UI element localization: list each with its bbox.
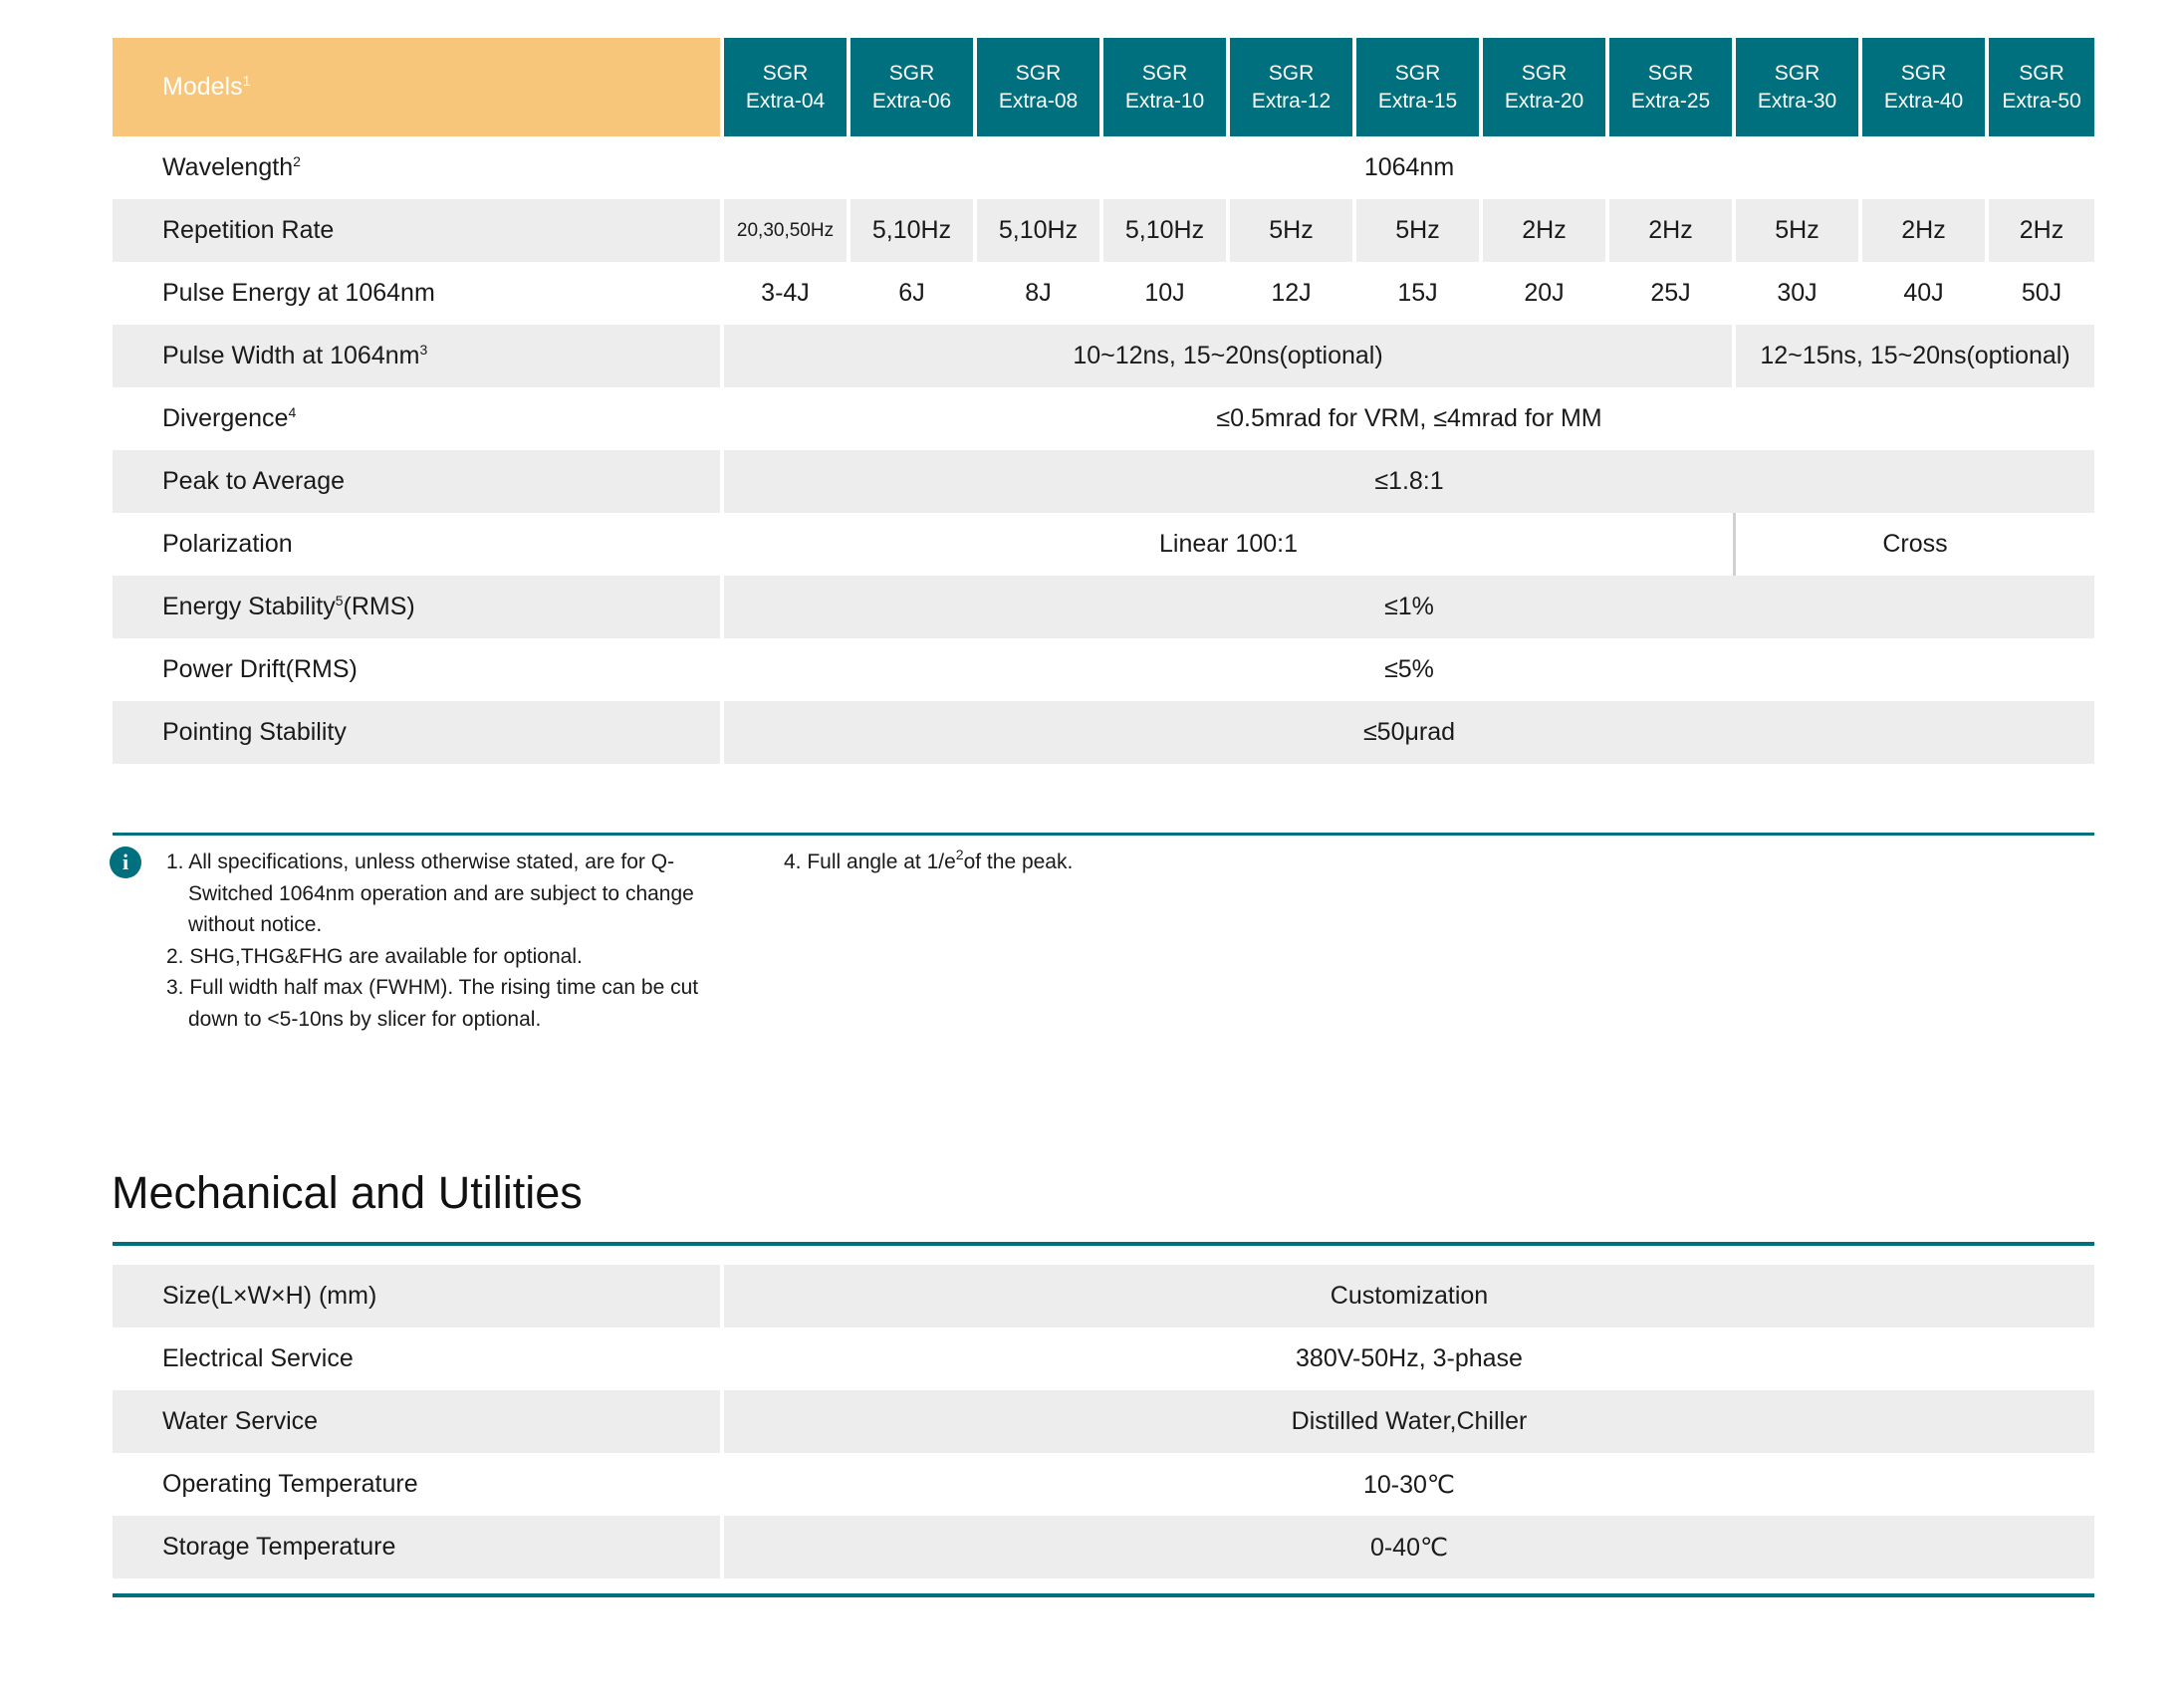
section-title: Mechanical and Utilities [112, 1167, 583, 1218]
row-value: ≤0.5mrad for VRM, ≤4mrad for MM [1216, 404, 1602, 432]
section-divider [113, 1242, 2094, 1246]
row-value: 3-4J [724, 262, 850, 325]
row-value: 6J [850, 262, 977, 325]
models-header: Models1 [113, 38, 724, 136]
row-label: Wavelength2 [113, 136, 724, 199]
specifications-table: Models1 SGR Extra-04 SGR Extra-06 SGR Extra… [113, 38, 2094, 764]
section-divider [113, 1593, 2094, 1597]
storage-temperature-row: Storage Temperature 0-40℃ [113, 1516, 2094, 1578]
info-icon: i [110, 846, 141, 878]
model-header: SGR Extra-15 [1356, 38, 1483, 136]
row-value: Cross [1882, 530, 1948, 558]
divergence-row: Divergence4 ≤0.5mrad for VRM, ≤4mrad for… [113, 387, 2094, 450]
row-value: Distilled Water,Chiller [724, 1390, 2094, 1453]
row-value: 5,10Hz [850, 199, 977, 262]
size-row: Size(L×W×H) (mm) Customization [113, 1265, 2094, 1328]
mechanical-table: Size(L×W×H) (mm) Customization Electrica… [113, 1265, 2094, 1578]
footnote: 1. All specifications, unless otherwise … [166, 850, 694, 936]
row-label: Peak to Average [113, 450, 724, 513]
row-value: Linear 100:1 [724, 513, 1736, 576]
row-value: 25J [1609, 262, 1736, 325]
row-label: Pointing Stability [113, 701, 724, 764]
row-label: Energy Stability5(RMS) [113, 576, 724, 638]
row-label: Power Drift(RMS) [113, 638, 724, 701]
row-label: Storage Temperature [113, 1516, 724, 1578]
row-value: 5,10Hz [1103, 199, 1230, 262]
row-value: ≤1% [724, 576, 2094, 638]
row-value: 5,10Hz [977, 199, 1103, 262]
pointing-stability-row: Pointing Stability ≤50μrad [113, 701, 2094, 764]
row-value: 2Hz [1483, 199, 1609, 262]
row-label: Polarization [113, 513, 724, 576]
model-header: SGR Extra-30 [1736, 38, 1862, 136]
row-value: 20,30,50Hz [724, 199, 850, 262]
row-value: 40J [1862, 262, 1989, 325]
row-label: Divergence4 [113, 387, 724, 450]
model-header: SGR Extra-40 [1862, 38, 1989, 136]
water-service-row: Water Service Distilled Water,Chiller [113, 1390, 2094, 1453]
row-value: ≤1.8:1 [724, 450, 2094, 513]
footnotes-right: 4. Full angle at 1/e2of the peak. [784, 846, 1481, 878]
row-value: 5Hz [1736, 199, 1862, 262]
row-value: 50J [2021, 279, 2063, 307]
row-value: 5Hz [1356, 199, 1483, 262]
row-label: Electrical Service [113, 1328, 724, 1390]
row-label: Size(L×W×H) (mm) [113, 1265, 724, 1328]
row-value: 1064nm [1363, 153, 1455, 181]
row-value: 20J [1483, 262, 1609, 325]
model-header: SGR Extra-08 [977, 38, 1103, 136]
footnote: 3. Full width half max (FWHM). The risin… [166, 976, 699, 1031]
model-header: SGR Extra-10 [1103, 38, 1230, 136]
power-drift-row: Power Drift(RMS) ≤5% [113, 638, 2094, 701]
row-value: ≤5% [1384, 655, 1434, 683]
pulse-energy-row: Pulse Energy at 1064nm 3-4J 6J 8J 10J 12… [113, 262, 2094, 325]
row-value: 15J [1356, 262, 1483, 325]
model-header: SGR Extra-12 [1230, 38, 1356, 136]
row-value: 10J [1103, 262, 1230, 325]
row-value: 8J [977, 262, 1103, 325]
model-header: SGR Extra-20 [1483, 38, 1609, 136]
footnote: 2. SHG,THG&FHG are available for optiona… [166, 944, 583, 968]
row-label: Water Service [113, 1390, 724, 1453]
row-value: 380V-50Hz, 3-phase [1296, 1344, 1523, 1372]
notes-divider [113, 833, 2094, 836]
row-value: ≤50μrad [724, 701, 2094, 764]
model-header: SGR Extra-04 [724, 38, 850, 136]
row-value: 0-40℃ [724, 1516, 2094, 1578]
row-value: 2Hz [1989, 199, 2094, 262]
models-header-row: Models1 SGR Extra-04 SGR Extra-06 SGR Extra… [113, 38, 2094, 136]
row-value: 2Hz [1862, 199, 1989, 262]
row-value: 10~12ns, 15~20ns(optional) [724, 325, 1736, 387]
row-value: 10-30℃ [1362, 1470, 1456, 1499]
row-value: Customization [724, 1265, 2094, 1328]
pulse-width-row: Pulse Width at 1064nm3 10~12ns, 15~20ns(… [113, 325, 2094, 387]
row-label: Pulse Width at 1064nm3 [113, 325, 724, 387]
footnote: 4. Full angle at 1/e2of the peak. [784, 846, 1074, 873]
row-value: 30J [1736, 262, 1862, 325]
energy-stability-row: Energy Stability5(RMS) ≤1% [113, 576, 2094, 638]
wavelength-row: Wavelength2 1064nm [113, 136, 2094, 199]
model-header: SGR Extra-50 [1989, 38, 2094, 136]
model-header: SGR Extra-06 [850, 38, 977, 136]
row-value: 12J [1230, 262, 1356, 325]
operating-temperature-row: Operating Temperature 10-30℃ [113, 1453, 2094, 1516]
peak-to-average-row: Peak to Average ≤1.8:1 [113, 450, 2094, 513]
row-label: Operating Temperature [113, 1453, 724, 1516]
footnotes-left: 1. All specifications, unless otherwise … [166, 846, 744, 1035]
row-value: 5Hz [1230, 199, 1356, 262]
row-label: Repetition Rate [113, 199, 724, 262]
row-value: 2Hz [1609, 199, 1736, 262]
electrical-service-row: Electrical Service 380V-50Hz, 3-phase [113, 1328, 2094, 1390]
row-label: Pulse Energy at 1064nm [113, 262, 724, 325]
model-header: SGR Extra-25 [1609, 38, 1736, 136]
polarization-row: Polarization Linear 100:1 Cross [113, 513, 2094, 576]
row-value: 12~15ns, 15~20ns(optional) [1736, 325, 2094, 387]
repetition-rate-row: Repetition Rate 20,30,50Hz 5,10Hz 5,10Hz… [113, 199, 2094, 262]
